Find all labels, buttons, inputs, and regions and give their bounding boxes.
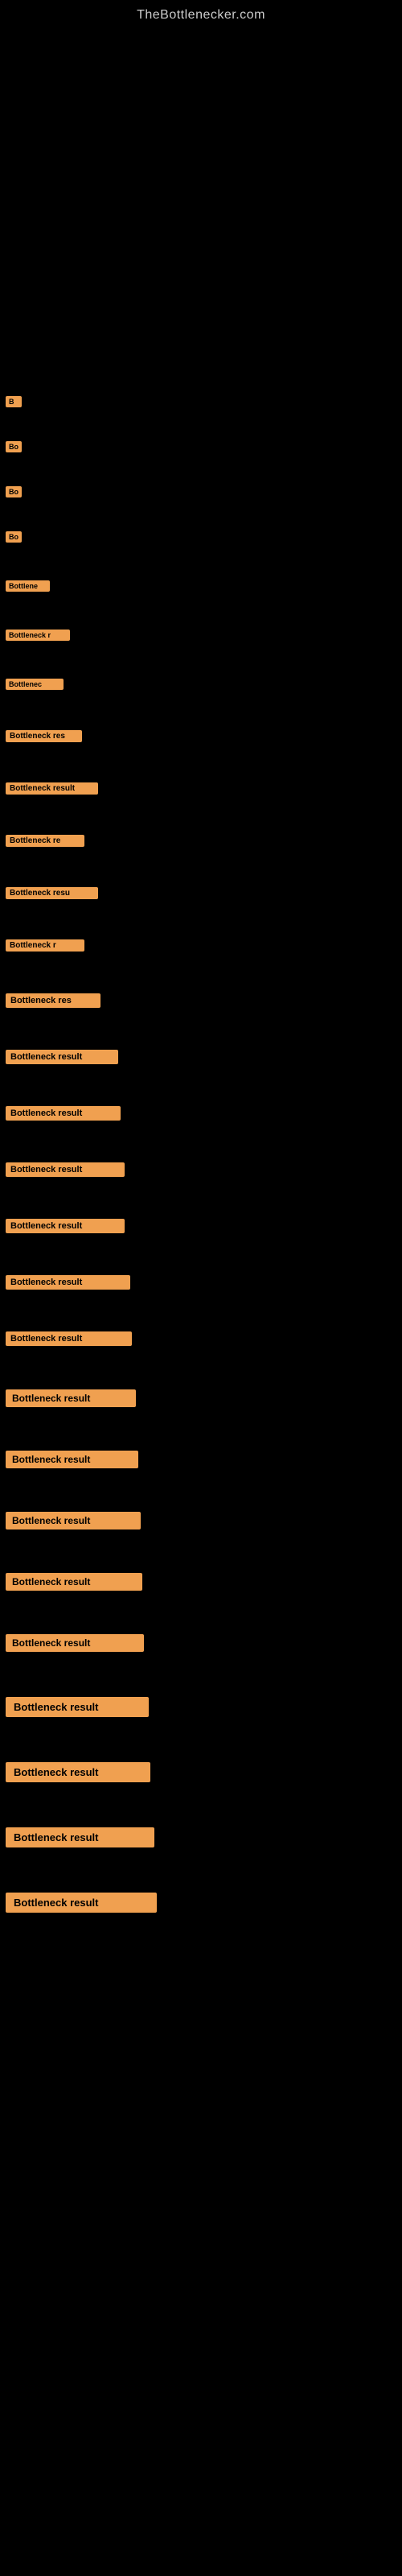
bottleneck-label-18: Bottleneck result — [6, 1275, 130, 1290]
result-row-10: Bottleneck re — [0, 830, 402, 852]
bottleneck-label-20: Bottleneck result — [6, 1389, 136, 1407]
bottleneck-label-5: Bottlene — [6, 580, 50, 592]
result-row-11: Bottleneck resu — [0, 882, 402, 904]
bottleneck-label-19: Bottleneck result — [6, 1331, 132, 1346]
bottleneck-label-1: B — [6, 396, 22, 407]
result-row-15: Bottleneck result — [0, 1101, 402, 1125]
result-row-6: Bottleneck r — [0, 625, 402, 646]
result-row-18: Bottleneck result — [0, 1270, 402, 1294]
bottleneck-label-25: Bottleneck result — [6, 1697, 149, 1717]
result-row-21: Bottleneck result — [0, 1446, 402, 1473]
result-row-17: Bottleneck result — [0, 1214, 402, 1238]
chart-area — [0, 29, 402, 367]
bottleneck-label-2: Bo — [6, 441, 22, 452]
labels-section: B Bo Bo Bo Bottlene Bottleneck r Bottlen… — [0, 367, 402, 1918]
bottleneck-label-6: Bottleneck r — [6, 630, 70, 641]
bottleneck-label-23: Bottleneck result — [6, 1573, 142, 1591]
bottleneck-label-15: Bottleneck result — [6, 1106, 121, 1121]
result-row-26: Bottleneck result — [0, 1757, 402, 1787]
bottleneck-label-27: Bottleneck result — [6, 1827, 154, 1847]
result-row-8: Bottleneck res — [0, 725, 402, 747]
result-row-27: Bottleneck result — [0, 1823, 402, 1852]
bottleneck-label-11: Bottleneck resu — [6, 887, 98, 899]
bottleneck-label-10: Bottleneck re — [6, 835, 84, 847]
result-row-9: Bottleneck result — [0, 778, 402, 799]
bottleneck-label-8: Bottleneck res — [6, 730, 82, 742]
result-row-25: Bottleneck result — [0, 1692, 402, 1722]
result-row-19: Bottleneck result — [0, 1327, 402, 1351]
bottleneck-label-14: Bottleneck result — [6, 1050, 118, 1064]
result-row-5: Bottlene — [0, 576, 402, 597]
bottleneck-label-21: Bottleneck result — [6, 1451, 138, 1468]
result-row-16: Bottleneck result — [0, 1158, 402, 1182]
result-row-24: Bottleneck result — [0, 1629, 402, 1657]
bottleneck-label-22: Bottleneck result — [6, 1512, 141, 1530]
bottleneck-label-3: Bo — [6, 486, 22, 497]
bottleneck-label-4: Bo — [6, 531, 22, 543]
result-row-28: Bottleneck result — [0, 1888, 402, 1918]
bottleneck-label-24: Bottleneck result — [6, 1634, 144, 1652]
bottleneck-label-12: Bottleneck r — [6, 939, 84, 952]
bottleneck-label-26: Bottleneck result — [6, 1762, 150, 1782]
result-row-14: Bottleneck result — [0, 1045, 402, 1069]
bottleneck-label-13: Bottleneck res — [6, 993, 100, 1008]
bottleneck-label-16: Bottleneck result — [6, 1162, 125, 1177]
bottleneck-label-28: Bottleneck result — [6, 1893, 157, 1913]
result-row-13: Bottleneck res — [0, 989, 402, 1013]
result-row-20: Bottleneck result — [0, 1385, 402, 1412]
result-row-4: Bo — [0, 526, 402, 547]
bottleneck-label-17: Bottleneck result — [6, 1219, 125, 1233]
site-title: TheBottlenecker.com — [0, 0, 402, 29]
result-row-2: Bo — [0, 436, 402, 457]
result-row-22: Bottleneck result — [0, 1507, 402, 1534]
result-row-1: B — [0, 391, 402, 412]
bottleneck-label-9: Bottleneck result — [6, 782, 98, 795]
result-row-7: Bottlenec — [0, 674, 402, 695]
result-row-12: Bottleneck r — [0, 935, 402, 956]
result-row-23: Bottleneck result — [0, 1568, 402, 1596]
bottleneck-label-7: Bottlenec — [6, 679, 64, 690]
page-container: TheBottlenecker.com B Bo Bo Bo Bottlene … — [0, 0, 402, 1918]
result-row-3: Bo — [0, 481, 402, 502]
